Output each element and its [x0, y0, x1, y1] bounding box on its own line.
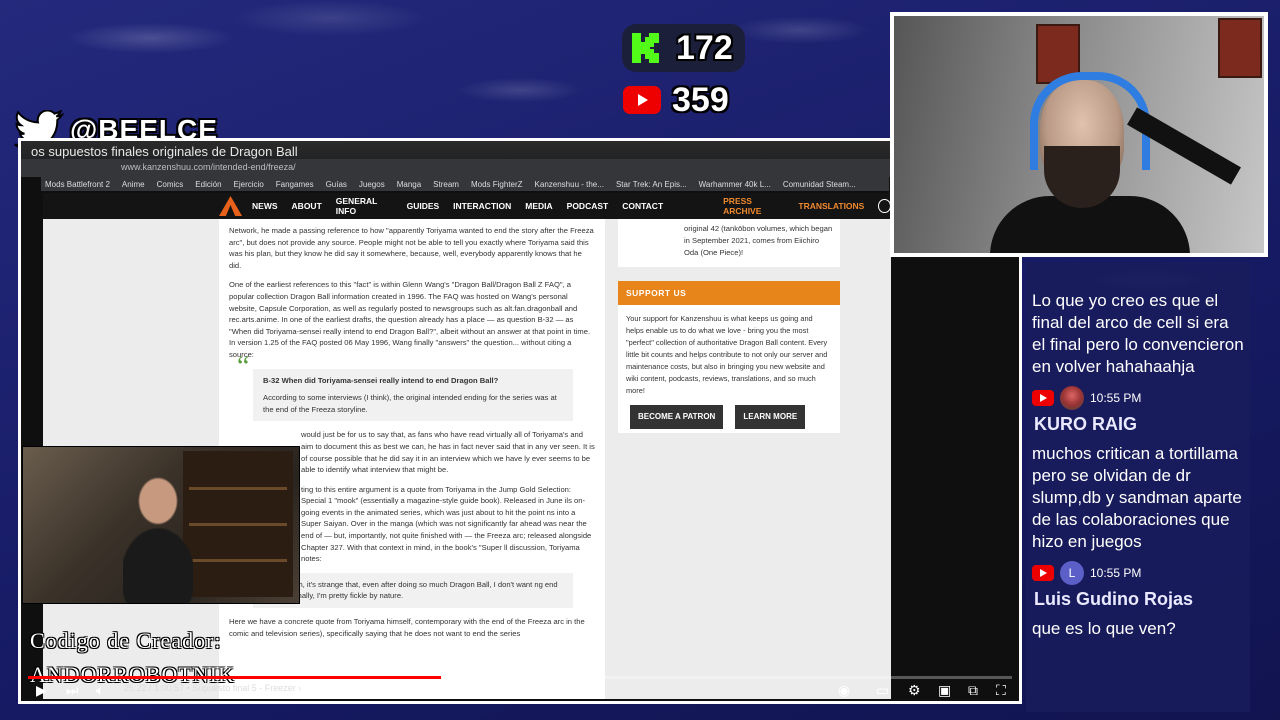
quote-mark-icon: “	[237, 350, 250, 382]
bookmark-item: Kanzenshuu - the...	[534, 179, 604, 189]
creator-code-label: Codigo de Creador:	[30, 628, 222, 653]
kick-logo-icon	[626, 30, 666, 66]
bookmark-item: Comunidad Steam...	[782, 179, 856, 189]
url-text: www.kanzenshuu.com/intended-end/freeza/	[121, 162, 296, 172]
support-us-box: Your support for Kanzenshuu is what keep…	[618, 305, 840, 433]
youtube-logo-icon	[622, 82, 662, 118]
nav-general-info[interactable]: GENERAL INFO	[336, 196, 393, 216]
video-progress-bar[interactable]	[28, 676, 1012, 679]
article-paragraph: One of the earliest references to this "…	[229, 280, 591, 359]
bookmark-item: Mods Battlefront 2	[45, 179, 110, 189]
video-host-person	[123, 477, 193, 603]
live-chat: Lo que yo creo es que el final del arco …	[1026, 262, 1250, 712]
article-paragraph: Here we have a concrete quote from Toriy…	[229, 617, 585, 638]
chat-author: KURO RAIG	[1034, 414, 1137, 434]
bookmark-item: Warhammer 40k L...	[698, 179, 771, 189]
video-player[interactable]: os supuestos finales originales de Drago…	[18, 138, 1022, 704]
article-paragraph: Network, he made a passing reference to …	[229, 226, 594, 270]
nav-news[interactable]: NEWS	[252, 201, 278, 211]
fullscreen-icon[interactable]: ⛶	[996, 682, 1006, 699]
chat-timestamp: 10:55 PM	[1090, 566, 1142, 580]
chat-timestamp: 10:55 PM	[1090, 391, 1142, 405]
play-icon[interactable]: ▶	[36, 682, 47, 699]
bookmarks-bar: Mods Battlefront 2 Anime Comics Edición …	[41, 177, 889, 191]
chat-message-header: 10:55 PM	[1026, 386, 1250, 410]
bookmark-item: Fangames	[275, 179, 314, 189]
quote-body: According to some interviews (I think), …	[263, 393, 557, 414]
time-text: 25:22 / 1:00:57	[124, 683, 185, 693]
nav-about[interactable]: ABOUT	[292, 201, 322, 211]
nav-podcast[interactable]: PODCAST	[567, 201, 609, 211]
site-sidebar: original 42 (tankōbon volumes, which beg…	[618, 219, 840, 699]
miniplayer-icon[interactable]: ▣	[938, 682, 951, 699]
nav-press-archive[interactable]: PRESS ARCHIVE	[723, 196, 784, 216]
bookmark-item: Comics	[156, 179, 184, 189]
subtitles-icon[interactable]: ▭	[876, 682, 889, 699]
kick-counter: 172	[622, 24, 745, 72]
avatar: L	[1060, 561, 1084, 585]
video-controls: ▶ ⏭ 🔈︎ 25:22 / 1:00:57 • Supuesto final …	[18, 676, 1022, 702]
bookmark-item: Mods FighterZ	[470, 179, 523, 189]
sidebar-news-snippet[interactable]: original 42 (tankōbon volumes, which beg…	[618, 219, 840, 267]
bookmark-item: Juegos	[358, 179, 385, 189]
nav-contact[interactable]: CONTACT	[622, 201, 663, 211]
support-us-heading: SUPPORT US	[618, 281, 840, 305]
video-title: os supuestos finales originales de Drago…	[31, 144, 298, 159]
blockquote: “ Still, though, it's strange that, even…	[237, 557, 573, 609]
nav-media[interactable]: MEDIA	[525, 201, 552, 211]
support-us-text: Your support for Kanzenshuu is what keep…	[626, 314, 828, 395]
avatar	[1060, 386, 1084, 410]
blockquote: “ B-32 When did Toriyama-sensei really i…	[237, 353, 573, 422]
video-time: 25:22 / 1:00:57 • Supuesto final 5 - Fre…	[124, 683, 302, 693]
bookmark-item: Edición	[195, 179, 222, 189]
youtube-counter: 359	[622, 78, 745, 122]
bookmark-item: Guías	[325, 179, 347, 189]
youtube-icon	[1032, 390, 1054, 406]
settings-gear-icon[interactable]: ⚙	[908, 682, 921, 699]
streamer-webcam	[890, 12, 1268, 257]
become-patron-button[interactable]: BECOME A PATRON	[630, 405, 724, 429]
volume-icon[interactable]: 🔈︎	[96, 682, 104, 699]
chapter-text: Supuesto final 5 - Freezer	[192, 683, 296, 693]
kanzenshuu-logo[interactable]	[219, 196, 243, 216]
next-icon[interactable]: ⏭	[66, 682, 79, 699]
nav-guides[interactable]: GUIDES	[407, 201, 440, 211]
embedded-video-camera	[22, 446, 300, 604]
youtube-icon	[1032, 565, 1054, 581]
chat-message-text: que es lo que ven?	[1032, 619, 1176, 638]
bookmark-item: Star Trek: An Epis...	[615, 179, 687, 189]
bookmark-item: Anime	[121, 179, 145, 189]
chat-message-text: muchos critican a tortillama pero se olv…	[1032, 444, 1242, 551]
video-progress-fill	[28, 676, 442, 679]
bookshelf	[183, 451, 293, 597]
chat-author: Luis Gudino Rojas	[1034, 589, 1194, 609]
site-nav: NEWS ABOUT GENERAL INFO GUIDES INTERACTI…	[43, 193, 891, 219]
youtube-count: 359	[672, 80, 729, 119]
bookmark-item: Manga	[396, 179, 422, 189]
chat-message-text: Lo que yo creo es que el final del arco …	[1032, 291, 1244, 376]
bookmark-item: Stream	[433, 179, 459, 189]
cast-icon[interactable]: ⧉	[968, 682, 978, 699]
bookmark-item: Ejercicio	[233, 179, 264, 189]
autoplay-toggle-icon[interactable]: ◉	[838, 682, 850, 699]
quote-body: Still, though, it's strange that, even a…	[263, 579, 558, 601]
chat-message-header: L 10:55 PM	[1026, 561, 1250, 585]
wall-poster	[1218, 18, 1262, 78]
nav-translations[interactable]: TRANSLATIONS	[798, 201, 864, 211]
nav-interaction[interactable]: INTERACTION	[453, 201, 511, 211]
kick-count: 172	[676, 28, 733, 67]
quote-title: B-32 When did Toriyama-sensei really int…	[263, 375, 499, 385]
browser-url-bar: www.kanzenshuu.com/intended-end/freeza/	[21, 159, 1019, 177]
learn-more-button[interactable]: LEARN MORE	[735, 405, 806, 429]
follower-counters: 172 359	[622, 24, 745, 128]
